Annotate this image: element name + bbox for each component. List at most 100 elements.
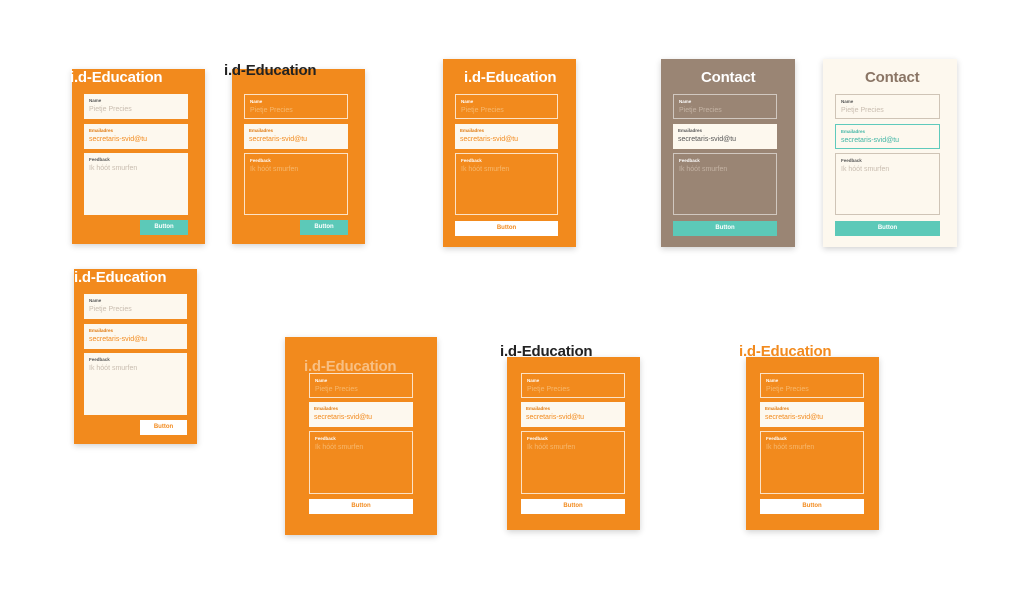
name-field[interactable]: Name Pietje Precies <box>84 294 187 319</box>
email-label: Emailadres <box>526 406 551 411</box>
name-label: Name <box>89 298 102 303</box>
name-placeholder: Pietje Precies <box>679 107 722 114</box>
feedback-field[interactable]: Feedback Ik hóót smurfen <box>455 153 558 215</box>
form-card-7: i.d-Education Name Pietje Precies Emaila… <box>285 337 437 535</box>
name-field[interactable]: Name Pietje Precies <box>455 94 558 119</box>
feedback-field[interactable]: Feedback Ik hóót smurfen <box>244 153 348 215</box>
submit-button[interactable]: Button <box>140 420 187 435</box>
feedback-placeholder: Ik hóót smurfen <box>527 444 576 451</box>
email-value: secretaris-svid@tu <box>765 414 824 421</box>
feedback-placeholder: Ik hóót smurfen <box>841 166 890 173</box>
feedback-placeholder: Ik hóót smurfen <box>89 165 138 172</box>
feedback-field[interactable]: Feedback Ik hóót smurfen <box>760 431 864 494</box>
name-placeholder: Pietje Precies <box>766 386 809 393</box>
card-title: i.d-Education <box>464 69 557 86</box>
feedback-field[interactable]: Feedback Ik hóót smurfen <box>673 153 777 215</box>
form-card-2: i.d-Education Name Pietje Precies Emaila… <box>224 62 365 244</box>
email-field[interactable]: Emailadres secretaris-svid@tu <box>673 124 777 149</box>
email-value: secretaris-svid@tu <box>526 414 585 421</box>
name-label: Name <box>679 99 692 104</box>
form-card-3: i.d-Education Name Pietje Precies Emaila… <box>443 59 576 247</box>
feedback-label: Feedback <box>679 158 700 163</box>
contact-card-cream: Contact Name Pietje Precies Emailadres s… <box>823 59 957 247</box>
submit-button[interactable]: Button <box>455 221 558 236</box>
feedback-field[interactable]: Feedback Ik hóót smurfen <box>835 153 940 215</box>
name-placeholder: Pietje Precies <box>250 107 293 114</box>
name-field[interactable]: Name Pietje Precies <box>309 373 413 398</box>
email-label: Emailadres <box>89 328 114 333</box>
form-card-1: i.d-Education Name Pietje Precies Emaila… <box>70 69 205 244</box>
feedback-field[interactable]: Feedback Ik hóót smurfen <box>84 353 187 415</box>
email-field[interactable]: Emailadres secretaris-svid@tu <box>309 402 413 427</box>
email-value: secretaris-svid@tu <box>841 137 900 144</box>
name-placeholder: Pietje Precies <box>89 106 132 113</box>
feedback-label: Feedback <box>461 158 482 163</box>
card-title: i.d-Education <box>224 62 317 79</box>
submit-button[interactable]: Button <box>309 499 413 514</box>
name-placeholder: Pietje Precies <box>89 306 132 313</box>
name-field[interactable]: Name Pietje Precies <box>244 94 348 119</box>
submit-button[interactable]: Button <box>521 499 625 514</box>
feedback-placeholder: Ik hóót smurfen <box>89 365 138 372</box>
email-value: secretaris-svid@tu <box>89 336 148 343</box>
email-label: Emailadres <box>460 128 485 133</box>
submit-button[interactable]: Button <box>300 220 348 235</box>
email-value: secretaris-svid@tu <box>678 136 737 143</box>
feedback-label: Feedback <box>89 157 110 162</box>
form-card-8: i.d-Education Name Pietje Precies Emaila… <box>500 343 640 530</box>
name-placeholder: Pietje Precies <box>461 107 504 114</box>
email-field[interactable]: Emailadres secretaris-svid@tu <box>455 124 558 149</box>
email-field[interactable]: Emailadres secretaris-svid@tu <box>760 402 864 427</box>
name-label: Name <box>250 99 263 104</box>
feedback-placeholder: Ik hóót smurfen <box>679 166 728 173</box>
email-field[interactable]: Emailadres secretaris-svid@tu <box>84 324 187 349</box>
name-label: Name <box>89 98 102 103</box>
email-label: Emailadres <box>841 129 866 134</box>
submit-button[interactable]: Button <box>760 499 864 514</box>
email-field[interactable]: Emailadres secretaris-svid@tu <box>835 124 940 149</box>
feedback-field[interactable]: Feedback Ik hóót smurfen <box>309 431 413 494</box>
name-label: Name <box>315 378 328 383</box>
name-field[interactable]: Name Pietje Precies <box>835 94 940 119</box>
name-field[interactable]: Name Pietje Precies <box>84 94 188 119</box>
feedback-field[interactable]: Feedback Ik hóót smurfen <box>521 431 625 494</box>
name-label: Name <box>841 99 854 104</box>
email-label: Emailadres <box>765 406 790 411</box>
submit-button[interactable]: Button <box>140 220 188 235</box>
name-label: Name <box>766 378 779 383</box>
submit-button[interactable]: Button <box>673 221 777 236</box>
feedback-label: Feedback <box>527 436 548 441</box>
name-field[interactable]: Name Pietje Precies <box>760 373 864 398</box>
card-title: i.d-Education <box>500 343 593 360</box>
email-value: secretaris-svid@tu <box>460 136 519 143</box>
email-field[interactable]: Emailadres secretaris-svid@tu <box>84 124 188 149</box>
card-title: Contact <box>701 69 756 86</box>
email-field[interactable]: Emailadres secretaris-svid@tu <box>244 124 348 149</box>
feedback-label: Feedback <box>315 436 336 441</box>
name-placeholder: Pietje Precies <box>841 107 884 114</box>
feedback-label: Feedback <box>250 158 271 163</box>
name-placeholder: Pietje Precies <box>527 386 570 393</box>
email-field[interactable]: Emailadres secretaris-svid@tu <box>521 402 625 427</box>
name-field[interactable]: Name Pietje Precies <box>521 373 625 398</box>
feedback-placeholder: Ik hóót smurfen <box>461 166 510 173</box>
name-field[interactable]: Name Pietje Precies <box>673 94 777 119</box>
card-title: i.d-Education <box>70 69 163 86</box>
card-title: Contact <box>865 69 920 86</box>
email-value: secretaris-svid@tu <box>314 414 373 421</box>
email-label: Emailadres <box>89 128 114 133</box>
submit-button[interactable]: Button <box>835 221 940 236</box>
feedback-field[interactable]: Feedback Ik hóót smurfen <box>84 153 188 215</box>
name-placeholder: Pietje Precies <box>315 386 358 393</box>
card-title: i.d-Education <box>739 343 832 360</box>
card-title: i.d-Education <box>74 269 167 286</box>
name-label: Name <box>527 378 540 383</box>
email-label: Emailadres <box>249 128 274 133</box>
contact-card-taupe: Contact Name Pietje Precies Emailadres s… <box>661 59 795 247</box>
feedback-label: Feedback <box>766 436 787 441</box>
email-value: secretaris-svid@tu <box>249 136 308 143</box>
feedback-label: Feedback <box>841 158 862 163</box>
feedback-label: Feedback <box>89 357 110 362</box>
form-card-6: i.d-Education Name Pietje Precies Emaila… <box>74 269 197 444</box>
feedback-placeholder: Ik hóót smurfen <box>315 444 364 451</box>
